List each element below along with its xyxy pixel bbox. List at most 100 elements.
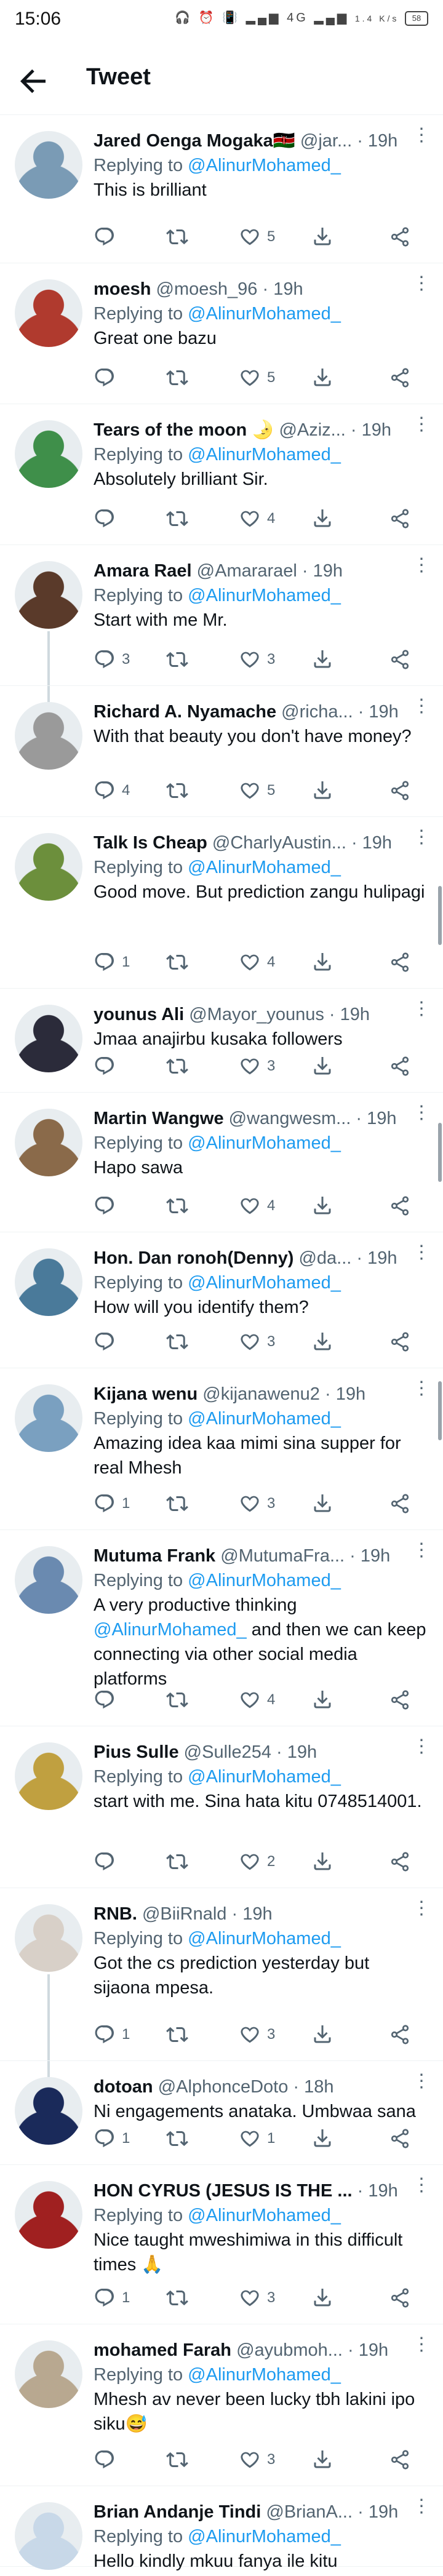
like-button[interactable]: 3 bbox=[239, 647, 275, 672]
reply-tweet[interactable]: HON CYRUS (JESUS IS THE ... · 19h Replyin… bbox=[0, 2165, 443, 2324]
inline-mention[interactable]: @AlinurMohamed_ bbox=[94, 1620, 247, 1640]
author-name[interactable]: mohamed Farah bbox=[94, 2340, 231, 2360]
share-button[interactable] bbox=[389, 1054, 411, 1079]
more-options-icon[interactable]: ⋮ bbox=[412, 1737, 431, 1756]
retweet-button[interactable] bbox=[166, 225, 194, 249]
reply-button[interactable] bbox=[94, 1194, 122, 1218]
retweet-button[interactable] bbox=[166, 2022, 194, 2047]
more-options-icon[interactable]: ⋮ bbox=[412, 126, 431, 145]
reply-tweet[interactable]: Richard A. Nyamache @richa... · 19h With … bbox=[0, 686, 443, 817]
more-options-icon[interactable]: ⋮ bbox=[412, 1899, 431, 1918]
share-button[interactable] bbox=[389, 1491, 411, 1516]
tweet-time[interactable]: 19h bbox=[362, 420, 391, 440]
download-button[interactable] bbox=[311, 365, 333, 390]
share-button[interactable] bbox=[389, 647, 411, 672]
reply-button[interactable] bbox=[94, 1849, 122, 1874]
reply-tweet[interactable]: Pius Sulle @Sulle254 · 19h Replying to @A… bbox=[0, 1726, 443, 1888]
avatar[interactable] bbox=[15, 2340, 82, 2408]
retweet-button[interactable] bbox=[166, 506, 194, 531]
more-options-icon[interactable]: ⋮ bbox=[412, 415, 431, 434]
share-button[interactable] bbox=[389, 950, 411, 975]
reply-button[interactable] bbox=[94, 506, 122, 531]
reply-tweet[interactable]: Brian Andanje Tindi @BrianA... · 19h Repl… bbox=[0, 2486, 443, 2571]
reply-button[interactable] bbox=[94, 2447, 122, 2472]
reply-tweet[interactable]: Talk Is Cheap @CharlyAustin... · 19h Repl… bbox=[0, 817, 443, 989]
download-button[interactable] bbox=[311, 778, 333, 803]
reply-tweet[interactable]: dotoan @AlphonceDoto · 18h Ni engagements… bbox=[0, 2061, 443, 2165]
download-button[interactable] bbox=[311, 647, 333, 672]
replying-to-mention[interactable]: @AlinurMohamed_ bbox=[188, 2527, 341, 2546]
avatar[interactable] bbox=[15, 131, 82, 199]
more-options-icon[interactable]: ⋮ bbox=[412, 1541, 431, 1560]
retweet-button[interactable] bbox=[166, 1194, 194, 1218]
reply-button[interactable]: 3 bbox=[94, 647, 130, 672]
more-options-icon[interactable]: ⋮ bbox=[412, 2176, 431, 2195]
author-name[interactable]: Amara Rael bbox=[94, 561, 192, 581]
like-button[interactable]: 3 bbox=[239, 2286, 275, 2310]
avatar[interactable] bbox=[15, 1742, 82, 1810]
like-button[interactable]: 3 bbox=[239, 1054, 275, 1079]
author-name[interactable]: Talk Is Cheap bbox=[94, 833, 207, 853]
reply-tweet[interactable]: Martin Wangwe @wangwesm... · 19h Replying… bbox=[0, 1093, 443, 1232]
reply-tweet[interactable]: Amara Rael @Amararael · 19h Replying to @… bbox=[0, 545, 443, 686]
reply-button[interactable] bbox=[94, 365, 122, 390]
avatar[interactable] bbox=[15, 2077, 82, 2145]
reply-tweet[interactable]: Tears of the moon 🌛 @Aziz... · 19h Replyi… bbox=[0, 404, 443, 545]
like-button[interactable]: 5 bbox=[239, 225, 275, 249]
retweet-button[interactable] bbox=[166, 1054, 194, 1079]
reply-button[interactable] bbox=[94, 1054, 122, 1079]
more-options-icon[interactable]: ⋮ bbox=[412, 274, 431, 293]
author-name[interactable]: RNB. bbox=[94, 1904, 137, 1924]
retweet-button[interactable] bbox=[166, 1849, 194, 1874]
share-button[interactable] bbox=[389, 1849, 411, 1874]
author-name[interactable]: Brian Andanje Tindi bbox=[94, 2502, 261, 2522]
tweet-time[interactable]: 19h bbox=[361, 1546, 390, 1566]
share-button[interactable] bbox=[389, 1330, 411, 1354]
retweet-button[interactable] bbox=[166, 2286, 194, 2310]
share-button[interactable] bbox=[389, 2286, 411, 2310]
like-button[interactable]: 4 bbox=[239, 1194, 275, 1218]
replying-to-mention[interactable]: @AlinurMohamed_ bbox=[188, 2365, 341, 2385]
retweet-button[interactable] bbox=[166, 1688, 194, 1712]
more-options-icon[interactable]: ⋮ bbox=[412, 2072, 431, 2091]
avatar[interactable] bbox=[15, 1384, 82, 1452]
retweet-button[interactable] bbox=[166, 2126, 194, 2151]
like-button[interactable]: 4 bbox=[239, 950, 275, 975]
more-options-icon[interactable]: ⋮ bbox=[412, 2497, 431, 2516]
reply-tweet[interactable]: mohamed Farah @ayubmoh... · 19h Replying … bbox=[0, 2324, 443, 2486]
like-button[interactable]: 3 bbox=[239, 1330, 275, 1354]
download-button[interactable] bbox=[311, 2022, 333, 2047]
avatar[interactable] bbox=[15, 702, 82, 770]
tweet-time[interactable]: 19h bbox=[287, 1742, 317, 1762]
share-button[interactable] bbox=[389, 2126, 411, 2151]
like-button[interactable]: 2 bbox=[239, 1849, 275, 1874]
tweet-time[interactable]: 19h bbox=[367, 1248, 397, 1268]
more-options-icon[interactable]: ⋮ bbox=[412, 1000, 431, 1018]
tweet-time[interactable]: 19h bbox=[367, 1109, 396, 1128]
retweet-button[interactable] bbox=[166, 2447, 194, 2472]
more-options-icon[interactable]: ⋮ bbox=[412, 1104, 431, 1122]
author-name[interactable]: younus Ali bbox=[94, 1005, 184, 1024]
reply-button[interactable] bbox=[94, 225, 122, 249]
avatar[interactable] bbox=[15, 1904, 82, 1972]
replying-to-mention[interactable]: @AlinurMohamed_ bbox=[188, 1409, 341, 1429]
tweet-time[interactable]: 19h bbox=[340, 1005, 370, 1024]
share-button[interactable] bbox=[389, 225, 411, 249]
retweet-button[interactable] bbox=[166, 647, 194, 672]
author-name[interactable]: dotoan bbox=[94, 2077, 153, 2097]
author-name[interactable]: HON CYRUS (JESUS IS THE ... bbox=[94, 2181, 353, 2201]
download-button[interactable] bbox=[311, 1194, 333, 1218]
reply-button[interactable] bbox=[94, 1688, 122, 1712]
author-name[interactable]: Martin Wangwe bbox=[94, 1109, 224, 1128]
like-button[interactable]: 4 bbox=[239, 1688, 275, 1712]
reply-tweet[interactable]: RNB. @BiiRnald · 19h Replying to @AlinurM… bbox=[0, 1888, 443, 2061]
reply-button[interactable]: 4 bbox=[94, 778, 130, 803]
reply-tweet[interactable]: Hon. Dan ronoh(Denny) @da... · 19h Replyi… bbox=[0, 1232, 443, 1368]
reply-tweet[interactable]: Kijana wenu @kijanawenu2 · 19h Replying t… bbox=[0, 1368, 443, 1530]
avatar[interactable] bbox=[15, 1109, 82, 1176]
reply-button[interactable]: 1 bbox=[94, 950, 130, 975]
avatar[interactable] bbox=[15, 279, 82, 347]
reply-button[interactable]: 1 bbox=[94, 2022, 130, 2047]
tweet-time[interactable]: 18h bbox=[304, 2077, 333, 2097]
like-button[interactable]: 5 bbox=[239, 365, 275, 390]
